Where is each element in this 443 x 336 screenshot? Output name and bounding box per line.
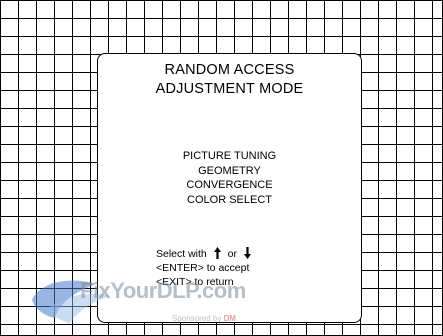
menu-item-convergence[interactable]: CONVERGENCE (98, 178, 361, 193)
navigation-hints: Select with or <ENTER> to accept <EXIT> … (156, 247, 255, 289)
exit-hint: <EXIT> to return (156, 276, 234, 288)
select-or-label: or (227, 248, 237, 260)
menu-title-line2: ADJUSTMENT MODE (155, 81, 304, 97)
menu-item-geometry[interactable]: GEOMETRY (98, 164, 361, 179)
select-with-label: Select with (156, 248, 207, 260)
select-hint: Select with or (156, 247, 255, 261)
menu-item-color-select[interactable]: COLOR SELECT (98, 193, 361, 208)
menu-title: RANDOM ACCESS ADJUSTMENT MODE (98, 61, 361, 99)
menu-title-line1: RANDOM ACCESS (164, 62, 295, 78)
arrow-up-icon (213, 247, 221, 259)
arrow-down-icon (243, 247, 251, 259)
adjustment-menu-panel: RANDOM ACCESS ADJUSTMENT MODE PICTURE TU… (97, 53, 362, 323)
menu-item-picture-tuning[interactable]: PICTURE TUNING (98, 149, 361, 164)
menu-items: PICTURE TUNING GEOMETRY CONVERGENCE COLO… (98, 149, 361, 207)
enter-hint: <ENTER> to accept (156, 262, 250, 274)
